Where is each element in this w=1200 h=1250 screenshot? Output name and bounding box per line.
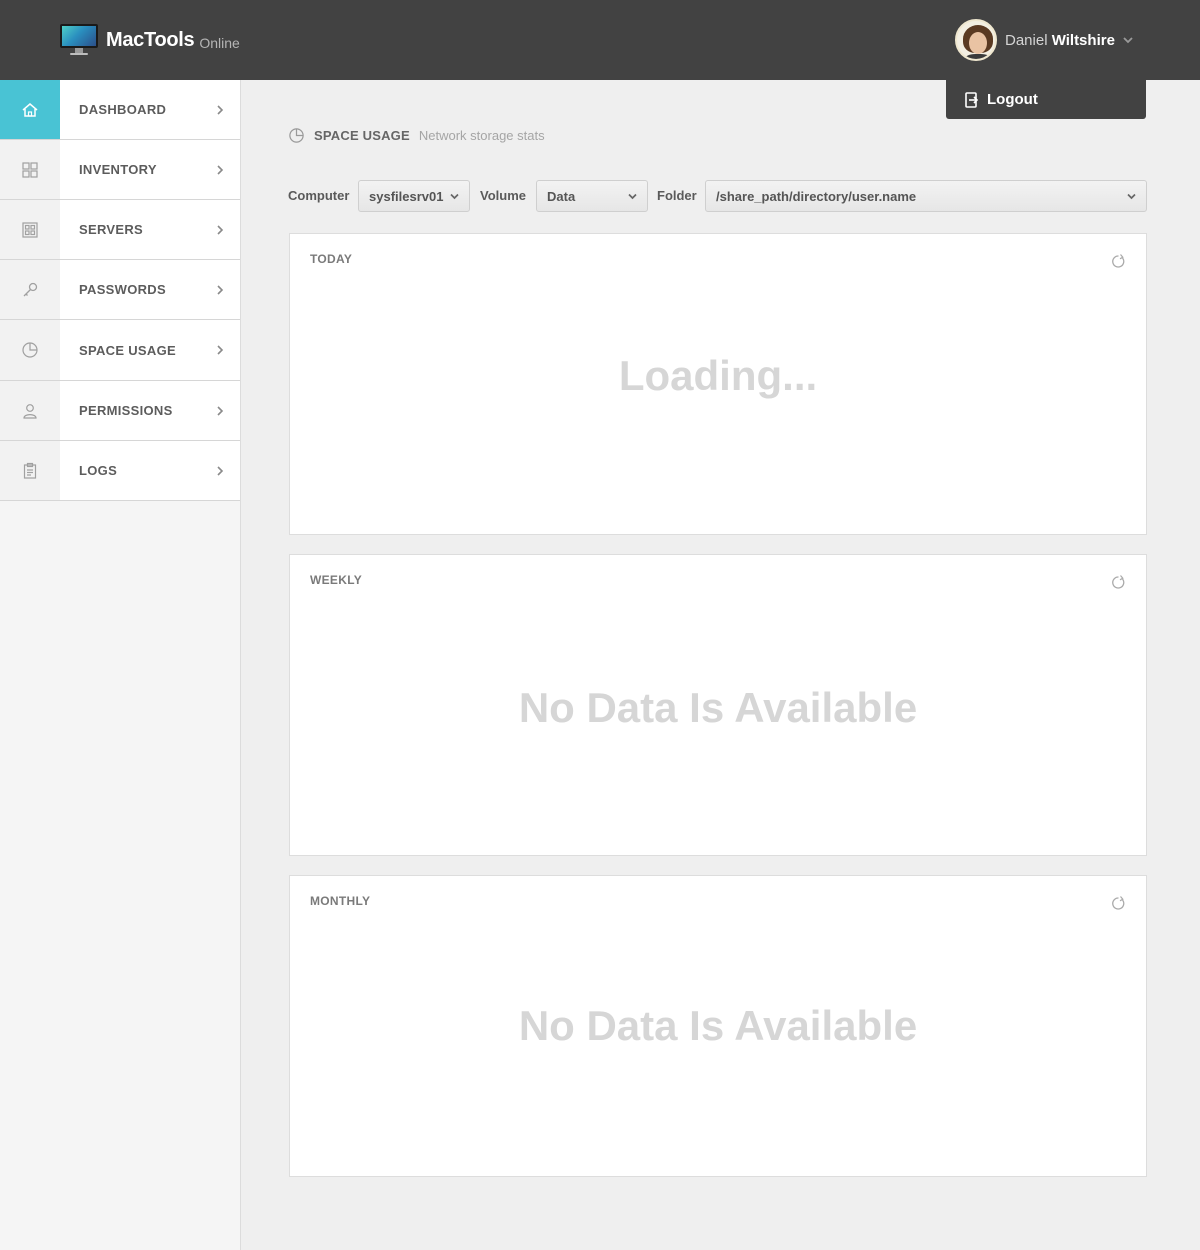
panel-status-message: No Data Is Available [518,1002,918,1049]
sidebar-item-label: DASHBOARD [79,102,167,117]
sidebar-item-label: SPACE USAGE [79,342,176,358]
page-title: SPACE USAGE [314,127,410,143]
servers-icon [0,200,60,259]
panel-status-message: Loading... [618,352,818,399]
chevron-right-icon [217,405,224,416]
user-menu-toggle[interactable]: Daniel Wiltshire [955,19,1135,61]
user-icon [0,381,60,440]
chevron-right-icon [217,224,224,235]
panel-title: TODAY [310,252,353,266]
sidebar-item-passwords[interactable]: PASSWORDS [0,260,240,320]
sidebar-item-space-usage[interactable]: SPACE USAGE [0,320,240,381]
page-subtitle: Network storage stats [418,127,545,143]
pie-chart-icon [289,127,304,143]
sidebar-item-label: INVENTORY [79,162,157,177]
sidebar-item-label: LOGS [79,463,118,478]
brand-logo-link[interactable]: MacTools Online [60,24,240,56]
page-heading: SPACE USAGE Network storage stats [288,125,545,145]
avatar [955,19,997,61]
panel-weekly: WEEKLY No Data Is Available [289,554,1147,856]
sidebar-item-permissions[interactable]: PERMISSIONS [0,381,240,441]
sidebar-item-label: SERVERS [79,222,143,237]
chevron-down-icon [450,193,459,200]
volume-select-value: Data [547,188,576,204]
computer-select-value: sysfilesrv01 [369,188,444,204]
imac-logo-icon [60,24,98,56]
chevron-right-icon [217,465,224,476]
panel-monthly: MONTHLY No Data Is Available [289,875,1147,1177]
sidebar-item-logs[interactable]: LOGS [0,441,240,501]
logout-menu-item[interactable]: Logout [946,80,1146,119]
clipboard-icon [0,441,60,500]
folder-select-value: /share_path/directory/user.name [716,188,917,204]
refresh-icon[interactable] [1111,254,1126,269]
chevron-right-icon [217,164,224,175]
chevron-down-icon [1127,193,1136,200]
refresh-icon[interactable] [1111,575,1126,590]
sidebar: DASHBOARD INVENTORY SERVERS PASSWORDS SP… [0,80,241,1250]
sidebar-item-servers[interactable]: SERVERS [0,200,240,260]
refresh-icon[interactable] [1111,896,1126,911]
volume-label: Volume [480,188,526,203]
user-name: Daniel Wiltshire [1005,31,1115,49]
key-icon [0,260,60,319]
chevron-right-icon [217,104,224,115]
sidebar-item-label: PASSWORDS [79,282,166,297]
panel-title: WEEKLY [310,573,363,587]
panel-today: TODAY Loading... [289,233,1147,535]
sidebar-item-inventory[interactable]: INVENTORY [0,140,240,200]
sidebar-item-dashboard[interactable]: DASHBOARD [0,80,240,140]
computer-label: Computer [288,188,350,203]
app-name: MacTools [106,28,195,51]
chevron-right-icon [217,284,224,295]
folder-select[interactable]: /share_path/directory/user.name [705,180,1147,212]
chevron-down-icon [628,193,637,200]
folder-label: Folder [657,188,697,203]
volume-select[interactable]: Data [536,180,648,212]
chevron-right-icon [217,345,224,355]
logout-label: Logout [987,91,1038,108]
panel-status-message: No Data Is Available [518,684,918,731]
pie-chart-icon [0,320,60,380]
grid-icon [0,140,60,199]
computer-select[interactable]: sysfilesrv01 [358,180,470,212]
panel-title: MONTHLY [310,894,371,908]
logout-icon [965,91,979,108]
app-subtitle: Online [199,34,240,51]
home-icon [0,80,60,139]
top-header: MacTools Online Daniel Wiltshire [0,0,1200,80]
chevron-down-icon [1123,37,1133,44]
sidebar-item-label: PERMISSIONS [79,403,173,418]
